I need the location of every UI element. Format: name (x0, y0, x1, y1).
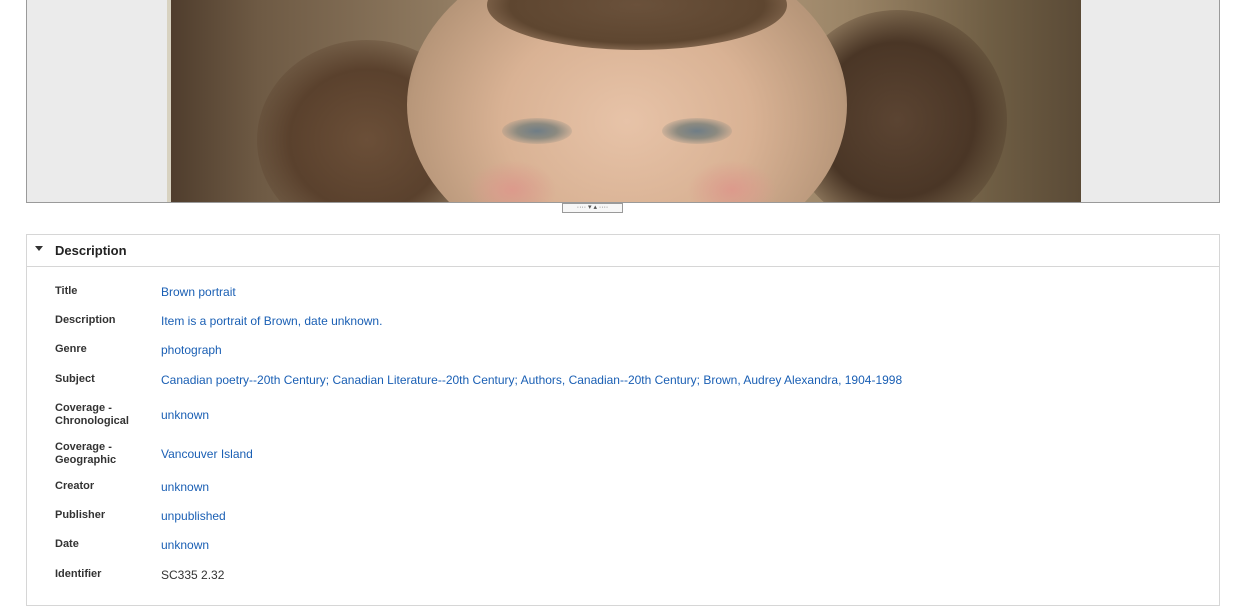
field-value-link[interactable]: photograph (161, 343, 222, 357)
field-label: Description (55, 314, 116, 326)
collapse-triangle-icon[interactable] (35, 246, 43, 251)
field-value-link[interactable]: Brown portrait (161, 285, 236, 299)
portrait-photo (167, 0, 1081, 202)
panel-title: Description (55, 243, 127, 258)
field-label: Identifier (55, 568, 102, 580)
field-value-link[interactable]: Vancouver Island (161, 447, 253, 461)
subject-link[interactable]: Brown, Audrey Alexandra, 1904-1998 (703, 373, 902, 387)
description-panel-header[interactable]: Description (27, 235, 1219, 267)
photo-border (167, 0, 171, 202)
subject-link[interactable]: Authors, Canadian--20th Century (521, 373, 697, 387)
field-label: Coverage - Chronological (55, 402, 129, 427)
field-label: Creator (55, 480, 95, 492)
photo-eye-left (502, 118, 572, 144)
field-label: Date (55, 538, 79, 550)
field-value-link[interactable]: unknown (161, 480, 209, 494)
image-viewer[interactable] (26, 0, 1220, 203)
field-value-text: SC335 2.32 (161, 568, 225, 582)
field-value-link[interactable]: Item is a portrait of Brown, date unknow… (161, 314, 382, 328)
subject-values: Canadian poetry--20th Century; Canadian … (161, 373, 902, 387)
field-label: Publisher (55, 509, 106, 521)
subject-link[interactable]: Canadian Literature--20th Century (332, 373, 514, 387)
field-label: Subject (55, 373, 95, 385)
subject-link[interactable]: Canadian poetry--20th Century (161, 373, 326, 387)
description-panel: Description Title Brown portrait Descrip… (26, 234, 1220, 606)
field-value-link[interactable]: unknown (161, 408, 209, 422)
field-label: Coverage - Geographic (55, 441, 117, 466)
photo-eye-right (662, 118, 732, 144)
field-label: Genre (55, 343, 87, 355)
viewer-resize-handle[interactable]: ···· ▾ ▴ ···· (562, 203, 623, 213)
field-value-link[interactable]: unknown (161, 538, 209, 552)
field-label: Title (55, 285, 78, 297)
field-value-link[interactable]: unpublished (161, 509, 226, 523)
